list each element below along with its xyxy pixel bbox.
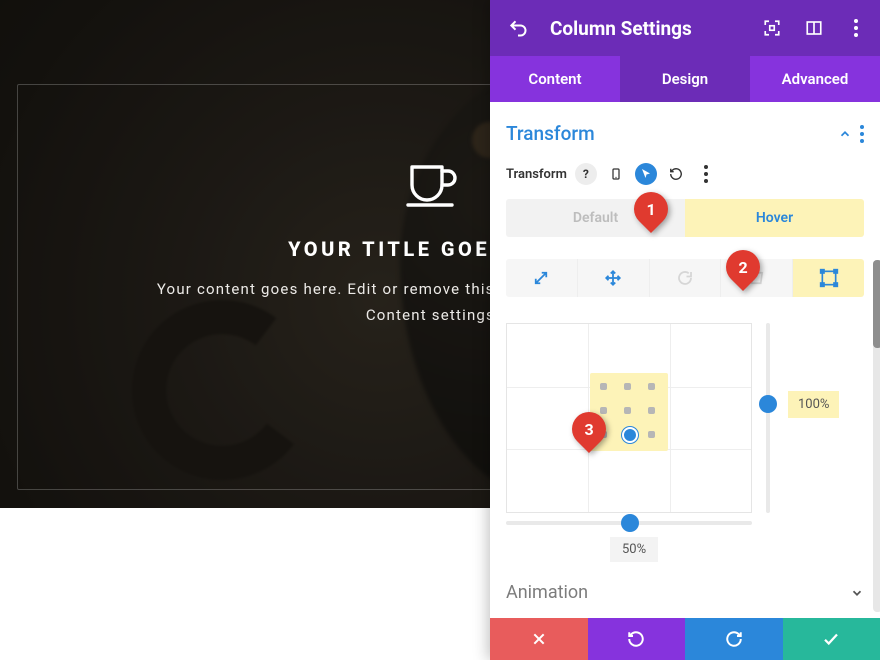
tab-advanced[interactable]: Advanced [750,56,880,102]
redo-button[interactable] [685,618,783,660]
panel-title: Column Settings [550,17,744,40]
origin-dot[interactable] [648,431,655,438]
transform-label: Transform [506,167,567,182]
section-animation-title: Animation [506,582,588,603]
save-button[interactable] [783,618,880,660]
mobile-icon[interactable] [605,163,627,185]
vertical-slider-track[interactable] [766,323,770,513]
chevron-down-icon[interactable] [850,586,864,600]
origin-dot[interactable] [624,407,631,414]
transform-tool-row [506,259,864,297]
hover-cursor-icon[interactable] [635,163,657,185]
cup-icon [406,161,460,209]
origin-dot[interactable] [648,407,655,414]
move-tool-icon[interactable] [578,259,650,297]
vertical-slider-thumb[interactable] [759,395,777,413]
rotate-tool-icon[interactable] [650,259,722,297]
control-kebab-icon[interactable] [695,163,717,185]
undo-button[interactable] [588,618,686,660]
panel-tabs: Content Design Advanced [490,56,880,102]
transform-control-row: Transform ? [506,163,864,185]
panel-scrollbar-thumb[interactable] [873,260,880,348]
chevron-up-icon[interactable] [838,127,852,141]
section-kebab-icon[interactable] [860,125,864,143]
transform-origin-grid: 100% 50% [506,319,864,565]
origin-handle[interactable] [622,427,638,443]
origin-dot[interactable] [600,407,607,414]
origin-tool-icon[interactable] [793,259,864,297]
state-tabs: Default Hover [506,199,864,237]
section-transform-header[interactable]: Transform [506,122,864,145]
columns-icon[interactable] [800,14,828,42]
section-animation-header[interactable]: Animation [506,582,864,603]
panel-titlebar: Column Settings [490,0,880,56]
state-tab-hover[interactable]: Hover [685,199,864,237]
reset-icon[interactable] [665,163,687,185]
tab-content[interactable]: Content [490,56,620,102]
origin-dot[interactable] [648,383,655,390]
kebab-icon[interactable] [842,14,870,42]
panel-body: Transform Transform ? [490,102,880,660]
settings-panel: Column Settings Content Design Advanced … [490,0,880,660]
section-transform-title: Transform [506,122,595,145]
help-icon[interactable]: ? [575,163,597,185]
origin-dot[interactable] [624,383,631,390]
vertical-slider-value[interactable]: 100% [788,391,839,418]
scale-tool-icon[interactable] [506,259,578,297]
undo-icon[interactable] [504,14,532,42]
panel-footer [490,618,880,660]
tab-design[interactable]: Design [620,56,750,102]
origin-dot[interactable] [600,383,607,390]
horizontal-slider-thumb[interactable] [621,514,639,532]
focus-icon[interactable] [758,14,786,42]
horizontal-slider-value[interactable]: 50% [610,537,658,562]
discard-button[interactable] [490,618,588,660]
